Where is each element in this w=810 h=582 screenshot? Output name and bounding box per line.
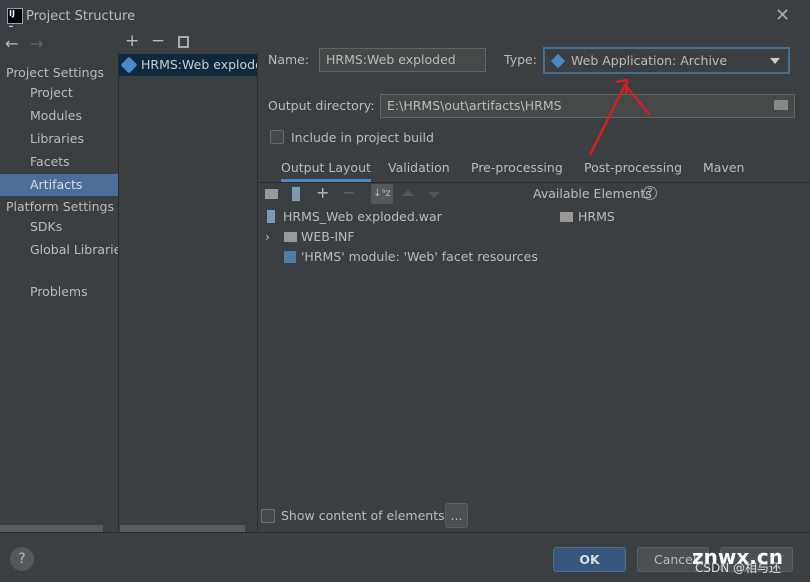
intellij-logo-icon: IJ _ [7, 8, 23, 27]
ok-button[interactable]: OK [553, 547, 626, 572]
divider [258, 182, 810, 183]
help-icon[interactable]: ? [643, 186, 657, 200]
archive-icon[interactable] [292, 187, 300, 201]
web-artifact-icon [550, 53, 566, 69]
more-button[interactable]: ... [445, 503, 468, 528]
tab-pre-processing[interactable]: Pre-processing [471, 160, 563, 182]
module-folder-icon [560, 212, 573, 222]
sort-alpha-button[interactable]: ↓ᵃz [371, 184, 393, 204]
include-build-label: Include in project build [291, 130, 434, 145]
sidebar-item-modules[interactable]: Modules [0, 105, 118, 127]
available-elements-label: Available Elements [533, 186, 652, 201]
tree-item-label: 'HRMS' module: 'Web' facet resources [301, 249, 538, 264]
back-icon[interactable]: ← [5, 34, 18, 53]
tree-item-web-inf[interactable]: › WEB-INF [265, 229, 355, 244]
artifact-item[interactable]: HRMS:Web exploded [119, 54, 257, 76]
sidebar-item-project[interactable]: Project [0, 82, 118, 104]
move-up-icon[interactable] [402, 190, 414, 196]
artifact-item-label: HRMS:Web exploded [141, 57, 257, 72]
sidebar-item-facets[interactable]: Facets [0, 151, 118, 173]
tab-maven[interactable]: Maven [703, 160, 744, 182]
web-artifact-icon [120, 56, 138, 74]
sidebar-item-libraries[interactable]: Libraries [0, 128, 118, 150]
folder-browse-icon[interactable] [774, 100, 788, 110]
remove-artifact-button[interactable]: − [151, 31, 165, 51]
window-title: Project Structure [26, 9, 136, 24]
include-build-checkbox[interactable] [270, 130, 284, 144]
annotation-arrow [588, 78, 651, 156]
sidebar-item-sdks[interactable]: SDKs [0, 216, 118, 238]
help-button[interactable]: ? [10, 547, 34, 571]
tree-item-label: HRMS_Web exploded.war [283, 209, 442, 224]
folder-icon [284, 232, 297, 242]
name-label: Name: [268, 52, 310, 67]
type-dropdown-value: Web Application: Archive [571, 53, 728, 68]
tab-validation[interactable]: Validation [388, 160, 450, 182]
new-folder-icon[interactable] [265, 189, 278, 199]
archive-icon [267, 210, 275, 223]
sidebar-item-global-libraries[interactable]: Global Libraries [0, 239, 118, 261]
close-icon[interactable]: ✕ [775, 5, 790, 26]
web-module-icon [284, 251, 296, 263]
copy-icon[interactable] [178, 36, 189, 48]
chevron-down-icon [770, 58, 780, 69]
artifact-list [118, 52, 258, 530]
name-input[interactable]: HRMS:Web exploded [319, 48, 486, 72]
forward-icon[interactable]: → [30, 34, 43, 53]
add-artifact-button[interactable]: + [125, 31, 139, 51]
show-content-label: Show content of elements [281, 508, 445, 523]
available-item-label: HRMS [578, 209, 615, 224]
chevron-right-icon[interactable]: › [265, 229, 270, 244]
move-down-icon[interactable] [428, 192, 440, 198]
tab-output-layout[interactable]: Output Layout [281, 160, 371, 182]
output-directory-label: Output directory: [268, 98, 375, 113]
tree-item-war[interactable]: HRMS_Web exploded.war [267, 209, 442, 224]
tab-post-processing[interactable]: Post-processing [584, 160, 682, 182]
footer-divider [0, 532, 810, 533]
sidebar-item-artifacts[interactable]: Artifacts [0, 174, 118, 196]
tree-item-facet-resources[interactable]: 'HRMS' module: 'Web' facet resources [284, 249, 538, 264]
tree-item-label: WEB-INF [301, 229, 355, 244]
watermark-author: CSDN @相与还 [695, 561, 782, 575]
type-label: Type: [504, 52, 537, 67]
remove-element-button[interactable]: − [342, 183, 355, 202]
show-content-checkbox[interactable] [261, 509, 275, 523]
project-settings-heading: Project Settings [6, 65, 105, 80]
sidebar-item-problems[interactable]: Problems [0, 281, 118, 303]
available-item-hrms[interactable]: HRMS [560, 209, 615, 224]
platform-settings-heading: Platform Settings [6, 199, 114, 214]
add-element-button[interactable]: + [316, 183, 329, 202]
